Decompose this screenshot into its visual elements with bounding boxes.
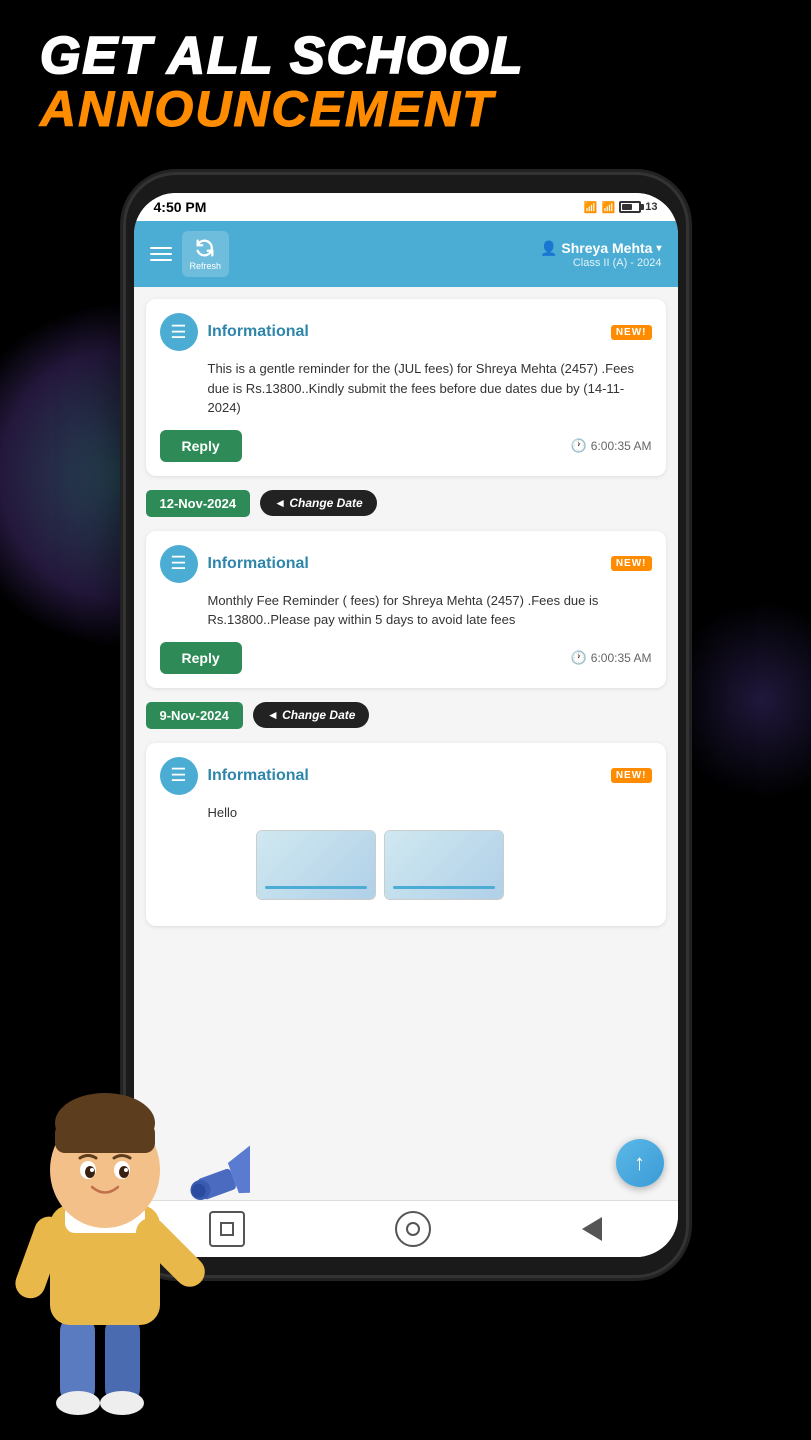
change-date-button-2[interactable]: ◄ Change Date (253, 702, 370, 728)
card-body-2: Monthly Fee Reminder ( fees) for Shreya … (208, 591, 652, 630)
new-badge-2: NEW! (611, 556, 652, 571)
header-text: GET ALL SCHOOL ANNOUNCEMENT (40, 30, 771, 137)
wifi-icon: 📶 (602, 201, 616, 214)
announcement-card-2: ☰ Informational NEW! Monthly Fee Reminde… (146, 531, 666, 688)
new-badge-3: NEW! (611, 768, 652, 783)
reply-button-1[interactable]: Reply (160, 430, 242, 462)
reply-button-2[interactable]: Reply (160, 642, 242, 674)
circle-icon (405, 1221, 421, 1237)
refresh-icon (194, 237, 216, 259)
dropdown-arrow-icon: ▾ (656, 243, 661, 254)
nav-back-button[interactable] (582, 1217, 602, 1241)
thumbnail-row (256, 830, 652, 900)
change-date-button-1[interactable]: ◄ Change Date (260, 490, 377, 516)
thumbnail-2 (384, 830, 504, 900)
card-header-2: ☰ Informational NEW! (160, 545, 652, 583)
card-title-row-1: Informational NEW! (208, 323, 652, 341)
app-header-left: Refresh (150, 231, 230, 277)
nav-home-button[interactable] (395, 1211, 431, 1247)
time-text-2: 6:00:35 AM (591, 651, 652, 665)
card-icon-circle-1: ☰ (160, 313, 198, 351)
card-body-3: Hello (208, 803, 652, 901)
scroll-up-arrow-icon: ↑ (634, 1150, 645, 1176)
date-badge-2: 9-Nov-2024 (146, 702, 243, 729)
clock-icon-2: 🕐 (571, 650, 587, 666)
thumb-line-1 (265, 886, 367, 889)
date-separator-1: 12-Nov-2024 ◄ Change Date (146, 490, 666, 517)
card-title-3: Informational (208, 767, 309, 785)
hamburger-line (150, 253, 172, 255)
header-line1: GET ALL SCHOOL (40, 30, 771, 82)
character-figure (0, 1015, 250, 1440)
card-icon-circle-2: ☰ (160, 545, 198, 583)
announcement-icon-3: ☰ (170, 765, 186, 786)
status-time: 4:50 PM (154, 199, 207, 215)
announcement-card-1: ☰ Informational NEW! This is a gentle re… (146, 299, 666, 476)
battery-icon (619, 201, 641, 213)
arrow-left-icon: ◄ (274, 496, 289, 510)
status-bar: 4:50 PM 📶 📶 13 (134, 193, 678, 221)
scroll-up-button[interactable]: ↑ (616, 1139, 664, 1187)
date-separator-2: 9-Nov-2024 ◄ Change Date (146, 702, 666, 729)
hamburger-menu-button[interactable] (150, 247, 172, 261)
battery-fill (622, 204, 632, 210)
character-svg (0, 1015, 250, 1435)
battery-percent: 13 (645, 201, 657, 213)
card-title-row-3: Informational NEW! (208, 767, 652, 785)
thumb-line-2 (393, 886, 495, 889)
sim-icon: 📶 (584, 201, 598, 214)
card-body-1: This is a gentle reminder for the (JUL f… (208, 359, 652, 418)
arrow-left-icon-2: ◄ (267, 708, 282, 722)
card-header-3: ☰ Informational NEW! (160, 757, 652, 795)
clock-icon-1: 🕐 (571, 438, 587, 454)
announcement-icon: ☰ (170, 322, 186, 343)
card-footer-1: Reply 🕐 6:00:35 AM (160, 430, 652, 462)
status-icons: 📶 📶 13 (584, 201, 658, 214)
hamburger-line (150, 247, 172, 249)
hamburger-line (150, 259, 172, 261)
card-icon-circle-3: ☰ (160, 757, 198, 795)
card-time-1: 🕐 6:00:35 AM (571, 438, 652, 454)
announcement-card-3: ☰ Informational NEW! Hello (146, 743, 666, 927)
new-badge-1: NEW! (611, 325, 652, 340)
user-icon: 👤 (540, 240, 557, 257)
card-title-1: Informational (208, 323, 309, 341)
refresh-label: Refresh (190, 261, 222, 271)
user-name[interactable]: 👤 Shreya Mehta ▾ (540, 240, 662, 257)
date-badge-1: 12-Nov-2024 (146, 490, 251, 517)
card-title-2: Informational (208, 555, 309, 573)
card-header-1: ☰ Informational NEW! (160, 313, 652, 351)
user-class: Class II (A) - 2024 (540, 257, 662, 269)
time-text-1: 6:00:35 AM (591, 439, 652, 453)
app-header-right: 👤 Shreya Mehta ▾ Class II (A) - 2024 (540, 240, 662, 269)
card-title-row-2: Informational NEW! (208, 555, 652, 573)
card-time-2: 🕐 6:00:35 AM (571, 650, 652, 666)
card-footer-2: Reply 🕐 6:00:35 AM (160, 642, 652, 674)
announcement-icon-2: ☰ (170, 553, 186, 574)
app-header: Refresh 👤 Shreya Mehta ▾ Class II (A) - … (134, 221, 678, 287)
header-line2: ANNOUNCEMENT (40, 82, 771, 137)
refresh-button[interactable]: Refresh (182, 231, 230, 277)
thumbnail-1 (256, 830, 376, 900)
